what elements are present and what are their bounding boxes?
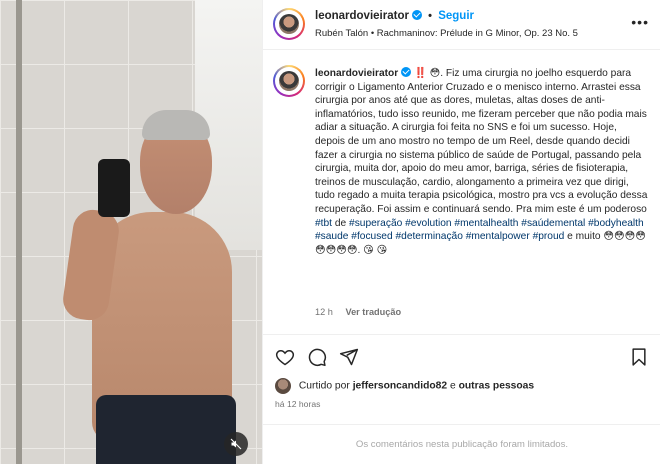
hashtag-link[interactable]: #tbt (315, 218, 332, 229)
hashtag-link[interactable]: #evolution (405, 218, 451, 229)
more-horizontal-icon[interactable]: ••• (631, 14, 649, 30)
shorts (96, 395, 236, 464)
action-bar (263, 334, 660, 378)
hashtag-link[interactable]: #saude (315, 231, 348, 242)
liker-username[interactable]: jeffersoncandido82 (353, 381, 447, 392)
separator-dot: • (428, 10, 433, 22)
author-username[interactable]: leonardovieirator (315, 10, 409, 22)
verified-icon (401, 67, 412, 77)
caption-block: leonardovieirator ‼️ 😳. Fiz uma cirurgia… (263, 51, 660, 334)
caption-text: leonardovieirator ‼️ 😳. Fiz uma cirurgia… (315, 67, 649, 257)
likes-others[interactable]: outras pessoas (459, 381, 535, 392)
mirror-edge (16, 0, 22, 464)
caption-word: e muito (567, 231, 601, 243)
hashtag-link[interactable]: #mentalpower (466, 231, 530, 242)
post-media[interactable] (0, 0, 262, 464)
author-line: leonardovieirator • Seguir (315, 10, 474, 22)
heart-icon[interactable] (275, 347, 295, 367)
verified-icon (411, 10, 422, 20)
translate-link[interactable]: Ver tradução (345, 307, 401, 317)
post-header: leonardovieirator • Seguir Rubén Talón •… (263, 0, 660, 50)
mute-button[interactable] (224, 432, 248, 456)
hashtag-link[interactable]: #superação (349, 218, 402, 229)
hashtag-link[interactable]: #proud (533, 231, 565, 242)
hashtag-link[interactable]: #saúdemental (521, 218, 585, 229)
man-hair (142, 110, 210, 140)
caption-body: ‼️ 😳. Fiz uma cirurgia no joelho esquerd… (315, 68, 648, 215)
bookmark-icon[interactable] (629, 347, 649, 367)
comments-limited-notice: Os comentários nesta publicação foram li… (263, 424, 660, 464)
hashtag-link[interactable]: #determinação (395, 231, 462, 242)
liker-avatar[interactable] (275, 378, 291, 394)
author-avatar[interactable] (273, 8, 305, 40)
speaker-muted-icon (230, 438, 242, 450)
caption-meta: 12 h Ver tradução (315, 307, 401, 317)
post-side-panel: leonardovieirator • Seguir Rubén Talón •… (262, 0, 660, 464)
phone (98, 159, 130, 217)
likes-suffix: e (449, 380, 456, 392)
share-icon[interactable] (339, 347, 359, 367)
follow-button[interactable]: Seguir (438, 10, 474, 22)
caption-username[interactable]: leonardovieirator (315, 68, 398, 79)
likes-prefix: Curtido por (298, 380, 350, 392)
hashtag-link[interactable]: #bodyhealth (588, 218, 644, 229)
post-timestamp[interactable]: há 12 horas (275, 399, 320, 409)
comment-icon[interactable] (307, 347, 327, 367)
caption-time: 12 h (315, 307, 333, 317)
audio-attribution[interactable]: Rubén Talón • Rachmaninov: Prélude in G … (315, 28, 578, 39)
hashtag-link[interactable]: #focused (351, 231, 392, 242)
caption-avatar[interactable] (273, 65, 305, 97)
hashtag-link[interactable]: #mentalhealth (454, 218, 518, 229)
likes-line: Curtido por jeffersoncandido82 e outras … (275, 378, 534, 396)
caption-word: de (334, 217, 347, 229)
